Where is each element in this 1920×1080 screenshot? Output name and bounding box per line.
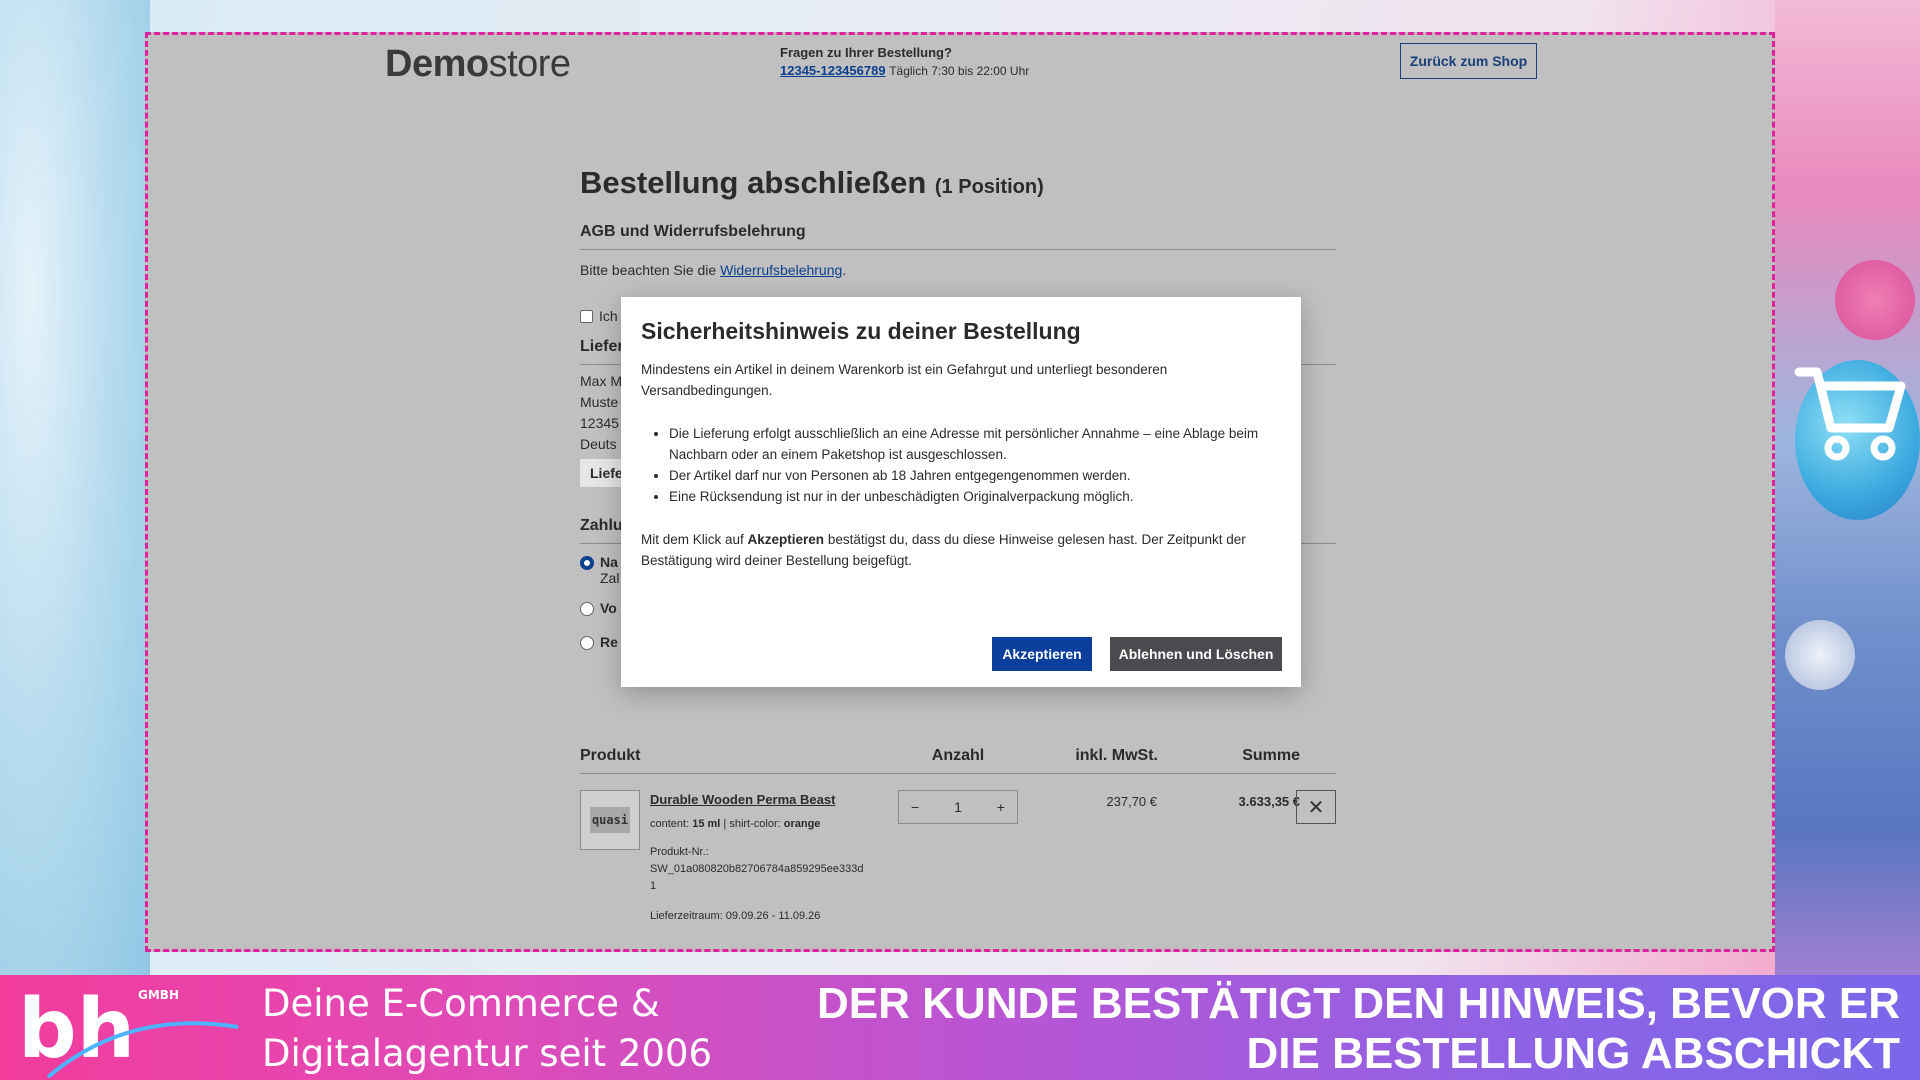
help-hours: Täglich 7:30 bis 22:00 Uhr: [889, 64, 1030, 78]
list-item: Die Lieferung erfolgt ausschließlich an …: [669, 423, 1281, 465]
agency-logo: bh GMBH: [18, 982, 239, 1079]
modal-title: Sicherheitshinweis zu deiner Bestellung: [641, 318, 1081, 344]
accept-button[interactable]: Akzeptieren: [992, 637, 1092, 671]
agb-section-title: AGB und Widerrufsbelehrung: [580, 223, 1336, 250]
help-box: Fragen zu Ihrer Bestellung? 12345-123456…: [780, 45, 1029, 78]
banner-headline: DER KUNDE BESTÄTIGT DEN HINWEIS, BEVOR E…: [817, 979, 1900, 1078]
help-phone-link[interactable]: 12345-123456789: [780, 63, 886, 78]
product-number: Produkt-Nr.: SW_01a080820b82706784a859295…: [650, 846, 864, 892]
col-sum: Summe: [1242, 747, 1300, 764]
svg-text:GMBH: GMBH: [138, 988, 179, 1002]
qty-minus-button[interactable]: −: [911, 799, 919, 815]
safety-notice-modal: Sicherheitshinweis zu deiner Bestellung …: [621, 297, 1301, 687]
qty-plus-button[interactable]: +: [997, 799, 1005, 815]
agb-text: Bitte beachten Sie die Widerrufsbelehrun…: [580, 262, 847, 278]
cart-table: Produkt Anzahl inkl. MwSt. Summe quasi D…: [580, 747, 1336, 924]
page-title: Bestellung abschließen (1 Position): [580, 165, 1044, 200]
agency-tagline: Deine E-Commerce & Digitalagentur seit 2…: [262, 982, 713, 1075]
payment-radio[interactable]: [580, 636, 594, 650]
svg-text:bh: bh: [18, 982, 135, 1077]
close-icon: ✕: [1307, 796, 1325, 819]
product-thumbnail[interactable]: quasi: [580, 790, 640, 850]
table-row: quasi Durable Wooden Perma Beast content…: [580, 774, 1336, 924]
decline-and-delete-button[interactable]: Ablehnen und Löschen: [1110, 637, 1282, 671]
terms-checkbox[interactable]: [580, 309, 593, 323]
modal-bullet-list: Die Lieferung erfolgt ausschließlich an …: [669, 423, 1281, 507]
unit-price: 237,70 €: [1106, 794, 1157, 809]
back-to-shop-button[interactable]: Zurück zum Shop: [1400, 43, 1537, 79]
list-item: Der Artikel darf nur von Personen ab 18 …: [669, 465, 1281, 486]
product-options: content: 15 ml | shirt-color: orange: [650, 818, 821, 830]
payment-radio-selected[interactable]: [580, 556, 594, 570]
background-right: [1775, 0, 1920, 975]
modal-confirm-text: Mit dem Klick auf Akzeptieren bestätigst…: [641, 532, 1246, 568]
decorative-bubble: [1835, 260, 1915, 340]
payment-radio[interactable]: [580, 602, 594, 616]
delivery-period: Lieferzeitraum: 09.09.26 - 11.09.26: [650, 910, 821, 922]
remove-item-button[interactable]: ✕: [1296, 790, 1336, 824]
help-question: Fragen zu Ihrer Bestellung?: [780, 45, 952, 60]
col-tax: inkl. MwSt.: [1075, 747, 1158, 764]
quantity-stepper: − 1 +: [898, 790, 1018, 824]
background-left: [0, 0, 150, 975]
screenshot-frame: Demostore Fragen zu Ihrer Bestellung? 12…: [145, 32, 1775, 952]
product-name-link[interactable]: Durable Wooden Perma Beast: [650, 792, 835, 807]
table-header: Produkt Anzahl inkl. MwSt. Summe: [580, 747, 1336, 774]
decorative-bubble: [1785, 620, 1855, 690]
position-count: (1 Position): [934, 176, 1044, 198]
store-logo[interactable]: Demostore: [385, 43, 571, 86]
withdrawal-link[interactable]: Widerrufsbelehrung: [720, 262, 842, 278]
col-product: Produkt: [580, 747, 641, 764]
col-qty: Anzahl: [931, 747, 985, 764]
qty-value[interactable]: 1: [954, 799, 962, 815]
list-item: Eine Rücksendung ist nur in der unbeschä…: [669, 486, 1281, 507]
cart-icon: [1794, 367, 1906, 461]
bottom-banner: bh GMBH Deine E-Commerce & Digitalagentu…: [0, 975, 1920, 1080]
line-total: 3.633,35 €: [1238, 794, 1300, 809]
modal-intro: Mindestens ein Artikel in deinem Warenko…: [641, 362, 1168, 398]
